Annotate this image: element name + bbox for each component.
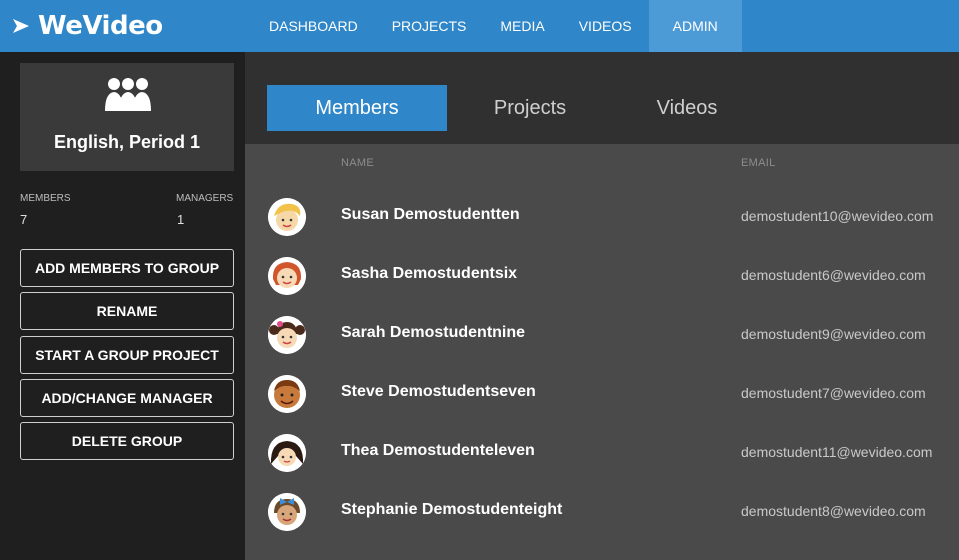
add-change-manager-button[interactable]: ADD/CHANGE MANAGER bbox=[20, 379, 234, 417]
member-name: Stephanie Demostudenteight bbox=[341, 501, 563, 518]
column-header-name[interactable]: NAME bbox=[341, 157, 374, 169]
boy-avatar-icon bbox=[268, 375, 306, 413]
member-name: Thea Demostudenteleven bbox=[341, 442, 535, 459]
member-name: Sasha Demostudentsix bbox=[341, 265, 518, 282]
girl-redhead-avatar-icon bbox=[268, 257, 306, 295]
nav-dashboard[interactable]: DASHBOARD bbox=[252, 0, 375, 52]
group-name: English, Period 1 bbox=[53, 132, 201, 152]
member-email: demostudent7@wevideo.com bbox=[741, 385, 926, 401]
table-row[interactable]: Sarah Demostudentnine demostudent9@wevid… bbox=[245, 310, 959, 368]
sidebar: English, Period 1 MEMBERS 7 MANAGERS 1 A… bbox=[0, 52, 245, 560]
members-count: 7 bbox=[20, 212, 28, 227]
girl-blonde-avatar-icon bbox=[268, 198, 306, 236]
add-members-button[interactable]: ADD MEMBERS TO GROUP bbox=[20, 249, 234, 287]
member-name: Steve Demostudentseven bbox=[341, 383, 536, 400]
table-row[interactable]: Stephanie Demostudenteight demostudent8@… bbox=[245, 487, 959, 545]
member-email: demostudent10@wevideo.com bbox=[741, 208, 934, 224]
main-nav: DASHBOARD PROJECTS MEDIA VIDEOS ADMIN bbox=[252, 0, 742, 52]
girl-bow-avatar-icon bbox=[268, 493, 306, 531]
nav-admin[interactable]: ADMIN bbox=[648, 0, 742, 52]
member-email: demostudent8@wevideo.com bbox=[741, 503, 926, 519]
group-users-icon bbox=[105, 78, 151, 111]
members-label: MEMBERS bbox=[20, 193, 71, 204]
start-group-project-button[interactable]: START A GROUP PROJECT bbox=[20, 336, 234, 374]
member-email: demostudent11@wevideo.com bbox=[741, 444, 933, 460]
logo[interactable]: WeVideo bbox=[10, 6, 163, 46]
main-content: Members Projects Videos NAME EMAIL Susan… bbox=[245, 52, 959, 560]
girl-darkhair-avatar-icon bbox=[268, 434, 306, 472]
play-logo-icon bbox=[13, 19, 29, 33]
nav-media[interactable]: MEDIA bbox=[483, 0, 561, 52]
managers-count: 1 bbox=[177, 212, 185, 227]
nav-projects[interactable]: PROJECTS bbox=[375, 0, 484, 52]
tab-videos[interactable]: Videos bbox=[617, 85, 757, 131]
delete-group-button[interactable]: DELETE GROUP bbox=[20, 422, 234, 460]
table-row[interactable]: Thea Demostudenteleven demostudent11@wev… bbox=[245, 428, 959, 486]
column-header-email[interactable]: EMAIL bbox=[741, 157, 776, 169]
nav-videos[interactable]: VIDEOS bbox=[562, 0, 649, 52]
tab-members[interactable]: Members bbox=[267, 85, 447, 131]
rename-button[interactable]: RENAME bbox=[20, 292, 234, 330]
group-card: English, Period 1 bbox=[20, 63, 234, 171]
tab-projects[interactable]: Projects bbox=[460, 85, 600, 131]
member-email: demostudent6@wevideo.com bbox=[741, 267, 926, 283]
member-name: Susan Demostudentten bbox=[341, 206, 520, 223]
table-row[interactable]: Steve Demostudentseven demostudent7@wevi… bbox=[245, 369, 959, 427]
table-row[interactable]: Sasha Demostudentsix demostudent6@wevide… bbox=[245, 251, 959, 309]
member-name: Sarah Demostudentnine bbox=[341, 324, 526, 341]
logo-text: WeVideo bbox=[38, 11, 163, 41]
table-row[interactable]: Susan Demostudentten demostudent10@wevid… bbox=[245, 192, 959, 250]
girl-pigtails-avatar-icon bbox=[268, 316, 306, 354]
member-email: demostudent9@wevideo.com bbox=[741, 326, 926, 342]
tab-bar: Members Projects Videos bbox=[245, 52, 959, 144]
managers-label: MANAGERS bbox=[176, 193, 234, 204]
top-bar: WeVideo DASHBOARD PROJECTS MEDIA VIDEOS … bbox=[0, 0, 959, 52]
